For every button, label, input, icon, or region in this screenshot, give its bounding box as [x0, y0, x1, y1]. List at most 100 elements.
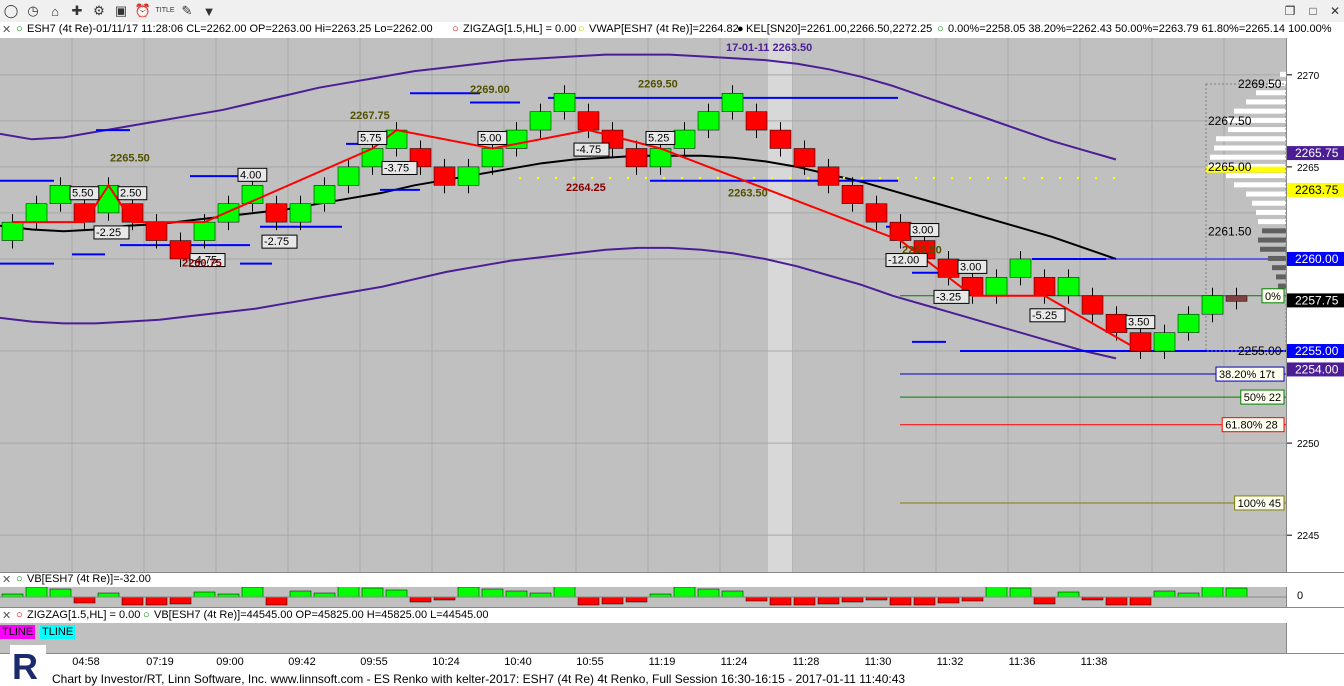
radio-icon[interactable]: ○ — [16, 573, 23, 585]
radio-icon[interactable]: ● — [737, 23, 744, 35]
home-icon[interactable]: ⌂ — [46, 2, 64, 20]
crosshair-icon[interactable]: ✚ — [68, 2, 86, 20]
vb-bar-up — [673, 586, 696, 598]
close-icon[interactable]: ✕ — [2, 23, 11, 36]
vwap-dot — [788, 176, 792, 180]
gear-icon[interactable]: ⚙ — [90, 2, 108, 20]
kel-info: KEL[SN20]=2261.00,2266.50,2272.25 — [746, 23, 933, 35]
up-brick — [553, 92, 576, 112]
zigzag-label: 5.00 — [480, 132, 501, 144]
vwap-dot — [698, 176, 702, 180]
up-brick — [97, 185, 120, 214]
session-highlight — [768, 38, 792, 572]
vb-bar-up — [457, 586, 480, 598]
swing-price-label: 2264.25 — [566, 182, 606, 194]
vb-bar-up — [361, 587, 384, 598]
radio-icon[interactable]: ○ — [937, 23, 944, 35]
close-icon[interactable]: ✕ — [1326, 2, 1344, 20]
zigzag-info: ZIGZAG[1.5,HL] = 0.00 — [463, 23, 577, 35]
zigzag-label: 4.00 — [240, 169, 261, 181]
vwap-dot — [1094, 176, 1098, 180]
radio-icon[interactable]: ○ — [16, 609, 23, 621]
swing-price-label: 2267.75 — [350, 110, 390, 122]
down-brick — [817, 166, 840, 186]
vb-bar-up — [529, 592, 552, 598]
vb-bar-up — [385, 589, 408, 598]
vwap-dot — [644, 176, 648, 180]
vb-bar-down — [409, 596, 432, 603]
vb-bar-up — [25, 586, 48, 598]
vb-bar-down — [1129, 596, 1152, 606]
close-icon[interactable]: ✕ — [2, 609, 11, 622]
price-chart[interactable]: 38.20% 17t 50% 22 61.80% 28 100% 45 2269.50 2… — [0, 38, 1287, 572]
radio-icon[interactable]: ○ — [578, 23, 585, 35]
back-icon[interactable]: ◯ — [2, 2, 20, 20]
vwap-dot — [950, 176, 954, 180]
vb-bar-down — [961, 596, 984, 602]
vwap-dot — [554, 176, 558, 180]
vb-bar-up — [289, 590, 312, 598]
time-tick-label: 11:24 — [720, 656, 748, 668]
vb-bar-up — [241, 586, 264, 598]
tline-button[interactable]: TLINE — [0, 625, 36, 639]
vwap-dot — [806, 176, 810, 180]
price-badge: 2263.75 — [1295, 183, 1339, 197]
up-brick — [529, 111, 552, 131]
volume-profile-bar — [1258, 237, 1286, 243]
price-badge: 2254.00 — [1295, 362, 1339, 376]
vwap-dot — [1040, 176, 1044, 180]
vwap-dot — [1004, 176, 1008, 180]
volume-profile-bar — [1258, 219, 1286, 225]
eraser-icon[interactable]: ✎ — [178, 2, 196, 20]
up-brick — [1177, 313, 1200, 333]
clock-icon[interactable]: ◷ — [24, 2, 42, 20]
chevron-down-icon[interactable]: ▼ — [200, 2, 218, 20]
up-brick — [313, 185, 336, 204]
radio-icon[interactable]: ○ — [16, 23, 23, 35]
down-brick — [265, 203, 288, 223]
vwap-dot — [878, 176, 882, 180]
close-icon[interactable]: ✕ — [2, 573, 11, 586]
zigzag-label: 2.50 — [120, 188, 141, 200]
price-chart-svg: 38.20% 17t 50% 22 61.80% 28 100% 45 2269.50 2… — [0, 38, 1287, 572]
vwap-dot — [752, 176, 756, 180]
down-brick — [625, 148, 648, 168]
window-icon[interactable]: ▣ — [112, 2, 130, 20]
volume-profile-bar — [1272, 265, 1286, 271]
volume-profile-price: 2255.00 — [1238, 344, 1282, 358]
up-brick — [697, 111, 720, 131]
vb-bar-down — [817, 596, 840, 605]
up-brick — [25, 203, 48, 223]
vwap-dot — [1112, 176, 1116, 180]
volume-balance-chart[interactable] — [0, 585, 1286, 607]
zigzag-panel[interactable]: TLINE TLINE — [0, 623, 1286, 653]
vb-bar-down — [913, 596, 936, 606]
radio-icon[interactable]: ○ — [143, 609, 150, 621]
price-badge: 2265.75 — [1295, 146, 1339, 160]
down-brick — [121, 203, 144, 223]
vwap-dot — [770, 176, 774, 180]
vb-bar-up — [313, 592, 336, 598]
vwap-dot — [518, 176, 522, 180]
fib-level-badge: 100% 45 — [1238, 498, 1281, 510]
zigzag-label: -3.25 — [936, 291, 961, 303]
time-tick-label: 11:19 — [648, 656, 676, 668]
zigzag-label: -3.75 — [384, 162, 409, 174]
price-tick-label: 2270 — [1297, 71, 1320, 82]
title-icon[interactable]: TITLE — [155, 2, 174, 20]
vwap-dot — [1076, 176, 1080, 180]
swing-price-label: 2260.75 — [182, 257, 222, 269]
vb-axis-label: 0 — [1297, 590, 1304, 602]
restore-icon[interactable]: ❐ — [1281, 2, 1299, 20]
tline-button[interactable]: TLINE — [40, 625, 76, 639]
volume-profile-bar — [1260, 246, 1286, 252]
price-axis[interactable]: 2245225022552260226522702265.752263.7522… — [1286, 38, 1344, 572]
radio-icon[interactable]: ○ — [452, 23, 459, 35]
maximize-icon[interactable]: □ — [1304, 2, 1322, 20]
alarm-icon[interactable]: ⏰ — [134, 2, 152, 20]
time-tick-label: 10:24 — [432, 656, 460, 668]
vb-bar-down — [625, 596, 648, 603]
down-brick — [145, 221, 168, 241]
fib-level-badge: 38.20% 17t — [1219, 369, 1275, 381]
zigzag-label: -2.25 — [96, 227, 121, 239]
